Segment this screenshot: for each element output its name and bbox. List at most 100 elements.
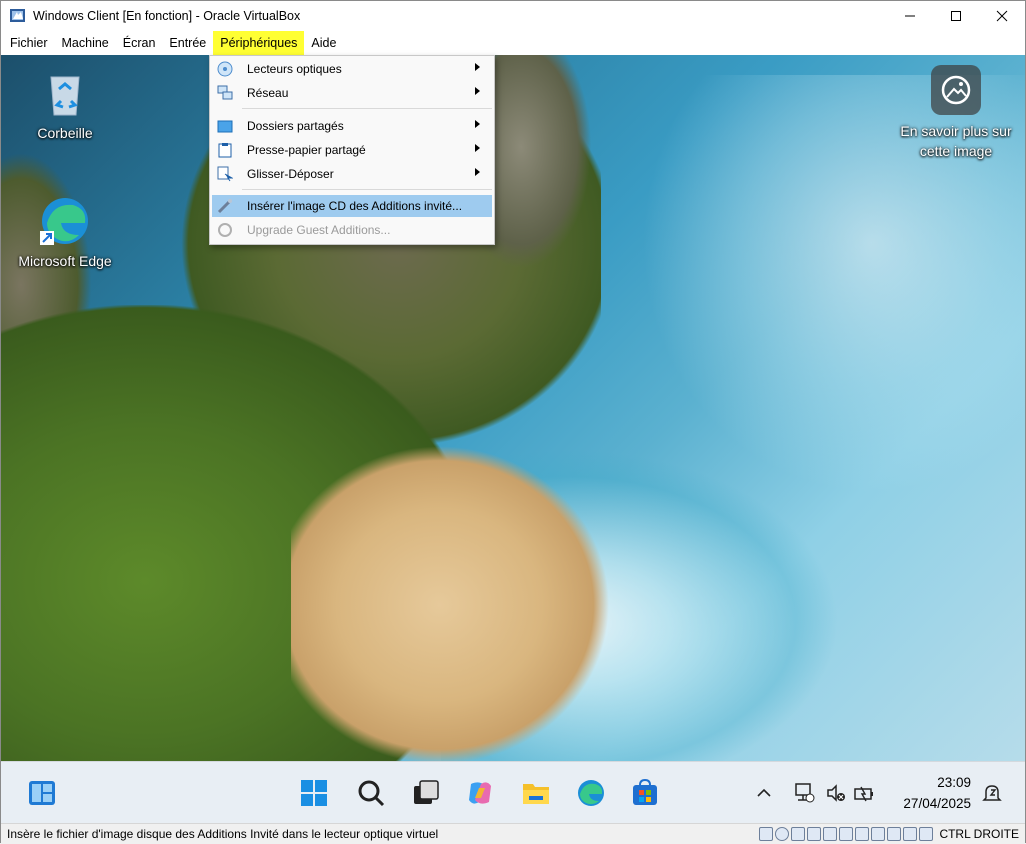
close-icon	[996, 10, 1008, 22]
recording-status-icon[interactable]	[871, 827, 886, 841]
menu-bar: Fichier Machine Écran Entrée Périphériqu…	[1, 31, 1025, 55]
chevron-up-icon	[757, 788, 771, 797]
submenu-arrow-icon	[475, 168, 480, 176]
menu-item-label: Réseau	[247, 86, 289, 100]
start-button[interactable]	[297, 776, 331, 810]
maximize-icon	[951, 11, 961, 21]
widgets-button[interactable]	[25, 776, 59, 810]
bell-dnd-icon	[982, 785, 1002, 801]
keyboard-capture-status-icon[interactable]	[919, 827, 934, 841]
learn-more-label: En savoir plus sur cette image	[900, 123, 1012, 159]
menu-fichier[interactable]: Fichier	[3, 31, 55, 55]
menu-ecran[interactable]: Écran	[116, 31, 163, 55]
shared-folder-icon	[217, 120, 233, 133]
menu-item-network[interactable]: Réseau	[212, 82, 492, 104]
wallpaper-beach	[291, 435, 621, 761]
clock[interactable]: 23:09 27/04/2025	[903, 772, 971, 814]
task-view-icon	[414, 780, 439, 804]
optical-disc-icon	[217, 61, 233, 77]
network-icon	[217, 85, 233, 100]
guest-additions-icon	[217, 199, 232, 214]
task-view-button[interactable]	[409, 776, 443, 810]
recycle-bin-label: Corbeille	[37, 125, 93, 141]
minimize-button[interactable]	[887, 1, 933, 31]
volume-muted-icon	[827, 784, 845, 802]
menu-item-shared-clipboard[interactable]: Presse-papier partagé	[212, 139, 492, 161]
menu-peripheriques[interactable]: Périphériques	[213, 31, 305, 55]
guest-taskbar: 23:09 27/04/2025	[1, 761, 1025, 823]
hard-disk-status-icon[interactable]	[759, 827, 774, 841]
submenu-arrow-icon	[475, 144, 480, 152]
minimize-icon	[905, 15, 915, 17]
display-status-icon[interactable]	[855, 827, 870, 841]
edge-icon	[578, 780, 604, 806]
search-icon	[358, 780, 385, 807]
store-button[interactable]	[628, 776, 662, 810]
window-title: Windows Client [En fonction] - Oracle Vi…	[33, 9, 301, 23]
edge-taskbar-button[interactable]	[574, 776, 608, 810]
desktop-icon-learn-more[interactable]: En savoir plus sur cette image	[886, 65, 1025, 161]
maximize-button[interactable]	[933, 1, 979, 31]
submenu-arrow-icon	[475, 87, 480, 95]
status-bar: Insère le fichier d'image disque des Add…	[1, 823, 1025, 843]
network-status-icon[interactable]	[807, 827, 822, 841]
widgets-icon	[29, 781, 55, 805]
show-hidden-icons-button[interactable]	[747, 776, 781, 810]
submenu-arrow-icon	[475, 63, 480, 71]
search-button[interactable]	[354, 776, 388, 810]
guest-desktop[interactable]: Corbeille Microsoft Edge En savoir plus …	[1, 55, 1025, 761]
recycle-bin-icon	[50, 76, 80, 116]
status-text: Insère le fichier d'image disque des Add…	[7, 826, 439, 841]
copilot-button[interactable]	[463, 776, 497, 810]
status-indicators: CTRL DROITE	[759, 824, 1025, 844]
file-explorer-button[interactable]	[519, 776, 553, 810]
desktop-icon-edge[interactable]: Microsoft Edge	[10, 195, 120, 269]
menu-separator	[242, 189, 492, 190]
virtualbox-window: Windows Client [En fonction] - Oracle Vi…	[0, 0, 1026, 843]
vt-x-status-icon[interactable]	[887, 827, 902, 841]
submenu-arrow-icon	[475, 120, 480, 128]
drag-drop-icon	[217, 166, 233, 182]
edge-label: Microsoft Edge	[18, 253, 112, 269]
clock-date: 27/04/2025	[903, 796, 971, 811]
mouse-integration-status-icon[interactable]	[903, 827, 918, 841]
menu-aide[interactable]: Aide	[304, 31, 343, 55]
network-tray-button[interactable]	[787, 776, 821, 810]
shared-folders-status-icon[interactable]	[839, 827, 854, 841]
menu-separator	[242, 108, 492, 109]
clock-time: 23:09	[937, 775, 971, 790]
camera-info-icon	[941, 75, 971, 105]
upgrade-icon	[218, 223, 232, 237]
menu-item-label: Presse-papier partagé	[247, 143, 366, 157]
usb-status-icon[interactable]	[823, 827, 838, 841]
menu-item-drag-and-drop[interactable]: Glisser-Déposer	[212, 163, 492, 185]
menu-item-label: Dossiers partagés	[247, 119, 344, 133]
notifications-button[interactable]	[975, 776, 1009, 810]
menu-item-insert-guest-additions-cd[interactable]: Insérer l'image CD des Additions invité.…	[212, 195, 492, 217]
optical-drive-status-icon[interactable]	[775, 827, 790, 841]
desktop-icon-recycle-bin[interactable]: Corbeille	[10, 67, 120, 141]
network-icon	[795, 783, 815, 803]
audio-status-icon[interactable]	[791, 827, 806, 841]
menu-item-label: Upgrade Guest Additions...	[247, 223, 391, 237]
devices-menu: Lecteurs optiques Réseau Dossiers partag…	[209, 55, 495, 245]
battery-tray-button[interactable]	[847, 776, 881, 810]
menu-item-label: Glisser-Déposer	[247, 167, 334, 181]
windows-start-icon	[301, 780, 327, 806]
close-button[interactable]	[979, 1, 1025, 31]
battery-icon	[854, 786, 873, 802]
edge-icon	[40, 198, 88, 245]
clipboard-icon	[218, 143, 232, 158]
menu-machine[interactable]: Machine	[55, 31, 116, 55]
menu-item-shared-folders[interactable]: Dossiers partagés	[212, 115, 492, 137]
menu-item-label: Lecteurs optiques	[247, 62, 342, 76]
host-key-label[interactable]: CTRL DROITE	[939, 827, 1019, 841]
store-icon	[633, 778, 657, 805]
menu-entree[interactable]: Entrée	[162, 31, 213, 55]
copilot-icon	[469, 782, 491, 804]
title-bar: Windows Client [En fonction] - Oracle Vi…	[1, 1, 1025, 31]
virtualbox-app-icon	[10, 9, 25, 22]
menu-item-upgrade-guest-additions: Upgrade Guest Additions...	[212, 219, 492, 241]
menu-item-label: Insérer l'image CD des Additions invité.…	[247, 199, 463, 213]
menu-item-optical-drives[interactable]: Lecteurs optiques	[212, 58, 492, 80]
